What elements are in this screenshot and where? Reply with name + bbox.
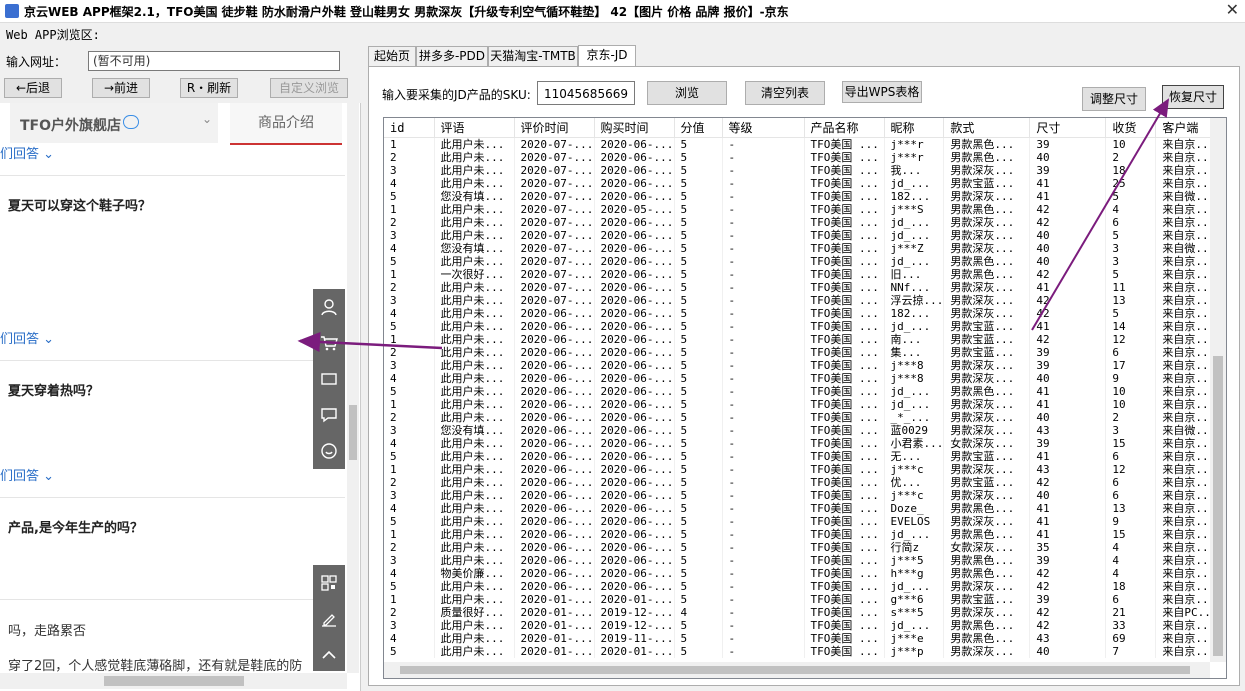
arrow-to-browser <box>297 331 443 352</box>
arrow-to-restore-button <box>1031 98 1170 331</box>
annotation-arrows <box>297 98 1170 352</box>
